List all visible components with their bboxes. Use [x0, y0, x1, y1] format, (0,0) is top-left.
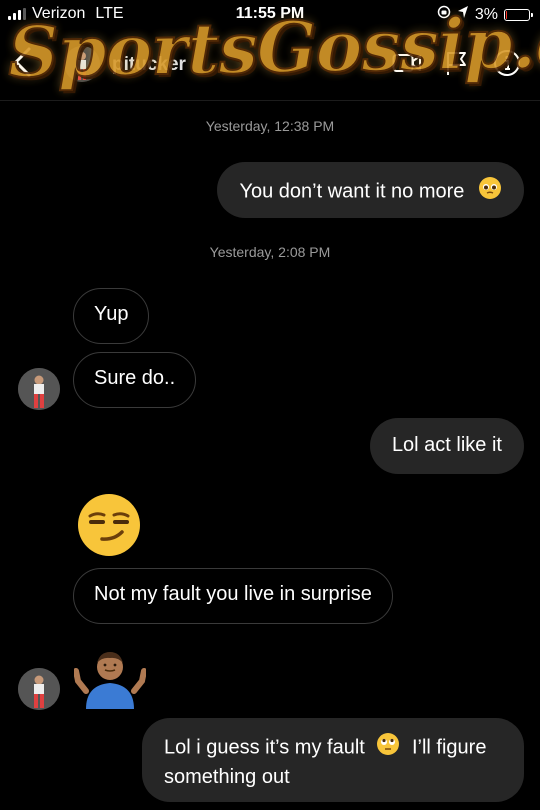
- timestamp: Yesterday, 12:38 PM: [205, 118, 335, 134]
- status-right: 3%: [437, 5, 533, 24]
- incoming-message[interactable]: Sure do..: [73, 352, 197, 408]
- header-avatar[interactable]: [64, 46, 100, 82]
- orientation-lock-icon: [437, 5, 451, 24]
- battery-icon: [504, 8, 533, 21]
- person-shrugging-emoji[interactable]: [73, 643, 147, 714]
- incoming-message[interactable]: Not my fault you live in surprise: [73, 568, 393, 624]
- message-text: Sure do..: [94, 367, 176, 389]
- message-text: Yup: [94, 303, 129, 325]
- conversation-header: pitucker: [0, 28, 540, 101]
- sender-avatar[interactable]: [18, 368, 60, 410]
- location-arrow-icon: [457, 5, 469, 24]
- outgoing-message[interactable]: Lol act like it: [369, 418, 524, 474]
- header-actions: [392, 48, 522, 78]
- pleading-face-emoji: [478, 176, 502, 208]
- incoming-message[interactable]: Yup: [73, 288, 150, 344]
- status-bar: Verizon LTE 11:55 PM 3%: [0, 0, 540, 28]
- flag-button[interactable]: [442, 48, 472, 78]
- sender-avatar[interactable]: [18, 668, 60, 710]
- outgoing-message[interactable]: You don’t want it no more: [217, 162, 524, 218]
- message-text: I’ll figure: [411, 736, 487, 759]
- contact-username[interactable]: pitucker: [112, 54, 186, 76]
- face-with-rolling-eyes-emoji: [376, 732, 400, 764]
- outgoing-message[interactable]: Lol i guess it’s my fault I’ll figure so…: [142, 718, 524, 802]
- message-text: something out: [164, 766, 290, 788]
- message-text: You don’t want it no more: [239, 180, 465, 203]
- info-button[interactable]: [492, 48, 522, 78]
- timestamp: Yesterday, 2:08 PM: [209, 244, 331, 260]
- message-text: Lol act like it: [391, 434, 502, 456]
- back-button[interactable]: [12, 46, 46, 80]
- battery-percent: 3%: [474, 5, 498, 23]
- video-call-button[interactable]: [392, 48, 422, 78]
- message-text: Lol i guess it’s my fault: [164, 736, 365, 759]
- smirking-face-emoji[interactable]: [76, 492, 142, 563]
- dm-screen: Verizon LTE 11:55 PM 3% pitucker SportsG…: [0, 0, 540, 810]
- message-text: Not my fault you live in surprise: [94, 583, 372, 605]
